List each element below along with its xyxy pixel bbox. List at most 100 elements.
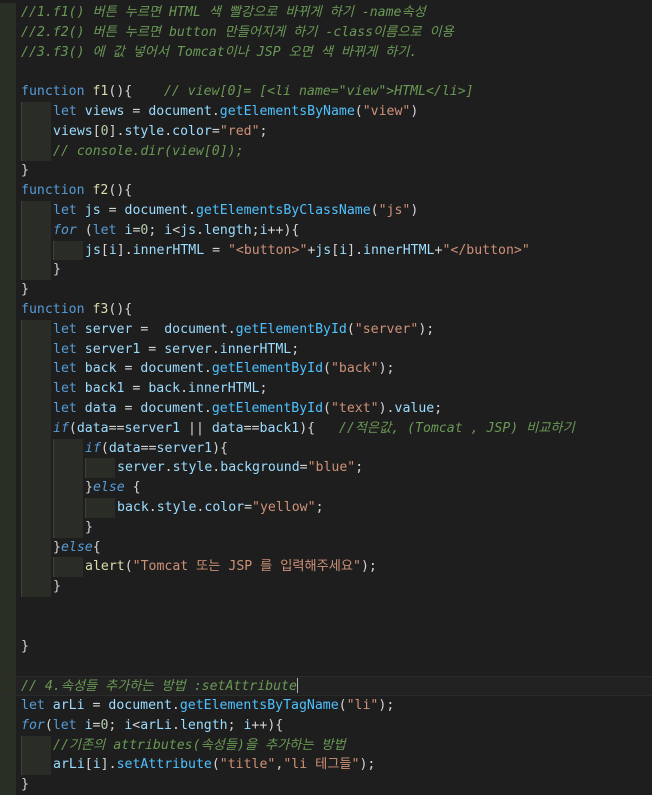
- indent-gutter-bar: [0, 62, 16, 83]
- code-token: // console.dir(view[0]);: [53, 143, 244, 159]
- code-line[interactable]: for(let i=0; i<arLi.length; i++){: [0, 715, 652, 736]
- code-token: ){: [267, 717, 284, 733]
- code-token: .: [211, 341, 220, 357]
- code-line[interactable]: arLi[i].setAttribute("title","li 테그들");: [0, 755, 652, 776]
- code-line[interactable]: }: [0, 161, 652, 182]
- code-line[interactable]: //2.f2() 버튼 누르면 button 만들어지게 하기 -class이름…: [0, 22, 652, 43]
- code-token: <: [172, 222, 181, 238]
- code-text: //기존의 attributes(속성들)을 추가하는 방법: [53, 736, 346, 756]
- code-line[interactable]: for (let i=0; i<js.length;i++){: [0, 220, 652, 241]
- code-line[interactable]: let js = document.getElementsByClassName…: [0, 201, 652, 221]
- code-line[interactable]: function f3(){: [0, 300, 652, 320]
- code-token: }: [21, 777, 29, 793]
- indent-guide: [21, 379, 22, 399]
- code-token: i: [92, 757, 101, 773]
- code-line[interactable]: js[i].innerHTML = "<button>"+js[i].inner…: [0, 240, 652, 261]
- code-token: {: [124, 480, 141, 496]
- code-text: let views = document.getElementsByName("…: [53, 102, 418, 122]
- indent-gutter-bar: [0, 220, 16, 241]
- indent-guide: [21, 399, 22, 419]
- indent-highlight: [53, 498, 83, 518]
- code-line[interactable]: // console.dir(view[0]);: [0, 141, 652, 162]
- text-caret: [296, 678, 298, 694]
- code-line[interactable]: views[0].style.color="red";: [0, 121, 652, 142]
- code-line[interactable]: //3.f3() 에 값 넣어서 Tomcat이나 JSP 오면 색 바뀌게 하…: [0, 42, 652, 63]
- code-token: else: [92, 480, 125, 496]
- indent-gutter-bar: [0, 359, 16, 380]
- code-text: }: [53, 577, 61, 597]
- indent-guide: [21, 478, 22, 498]
- code-line[interactable]: [0, 597, 652, 617]
- code-token: .: [196, 222, 204, 238]
- code-line[interactable]: back.style.color="yellow";: [0, 498, 652, 518]
- code-line[interactable]: let server1 = server.innerHTML;: [0, 339, 652, 360]
- code-token: ;: [434, 401, 443, 416]
- code-line[interactable]: let data = document.getElementById("text…: [0, 399, 652, 419]
- code-token: =: [116, 361, 141, 377]
- code-line[interactable]: }: [0, 280, 652, 300]
- code-text: for (let i=0; i<js.length;i++){: [53, 221, 299, 241]
- code-line[interactable]: function f2(){: [0, 181, 652, 201]
- code-line[interactable]: let back = document.getElementById("back…: [0, 359, 652, 380]
- indent-gutter-bar: [0, 438, 16, 459]
- code-editor[interactable]: //1.f1() 버튼 누르면 HTML 색 빨강으로 바뀌게 하기 -name…: [0, 0, 652, 795]
- code-line[interactable]: [0, 616, 652, 637]
- indent-guide: [21, 498, 22, 518]
- code-text: }else {: [85, 478, 141, 498]
- code-line[interactable]: // 4.속성들 추가하는 방법 :setAttribute: [0, 676, 652, 696]
- code-line[interactable]: [0, 656, 652, 677]
- code-token: "text": [330, 401, 379, 416]
- indent-guide: [21, 517, 22, 538]
- code-token: (: [211, 757, 220, 773]
- code-token: .: [180, 381, 189, 397]
- code-line[interactable]: let back1 = back.innerHTML;: [0, 379, 652, 399]
- code-token: server1: [84, 341, 141, 357]
- code-token: innerHTML: [363, 242, 435, 258]
- code-token: i: [108, 242, 117, 258]
- code-token: js: [315, 242, 332, 258]
- indent-gutter-bar: [0, 557, 16, 578]
- code-token: //3.f3() 에 값 넣어서 Tomcat이나 JSP 오면 색 바뀌게 하…: [21, 44, 418, 60]
- code-line[interactable]: function f1(){ // view[0]= [<li name="vi…: [0, 82, 652, 102]
- code-line[interactable]: }: [0, 517, 652, 538]
- code-text: function f1(){ // view[0]= [<li name="vi…: [21, 82, 474, 102]
- code-line[interactable]: let arLi = document.getElementsByTagName…: [0, 696, 652, 716]
- code-line[interactable]: }: [0, 636, 652, 657]
- indent-highlight: [21, 102, 51, 122]
- code-token: ): [410, 203, 419, 218]
- code-token: ;: [227, 717, 244, 733]
- code-line[interactable]: //1.f1() 버튼 누르면 HTML 색 빨강으로 바뀌게 하기 -name…: [0, 3, 652, 23]
- code-line[interactable]: alert("Tomcat 또는 JSP 를 입력해주세요");: [0, 557, 652, 578]
- code-token: ;: [355, 460, 364, 476]
- indent-highlight: [21, 240, 51, 261]
- indent-guide: [53, 240, 54, 261]
- code-line[interactable]: if(data==server1 || data==back1){ //적은값,…: [0, 418, 652, 439]
- code-token: "view": [362, 104, 411, 119]
- code-line[interactable]: }else {: [0, 478, 652, 498]
- code-line[interactable]: let views = document.getElementsByName("…: [0, 102, 652, 122]
- code-token: f3: [92, 302, 109, 317]
- code-token: {: [92, 539, 101, 555]
- code-line[interactable]: //기존의 attributes(속성들)을 추가하는 방법: [0, 735, 652, 756]
- indent-guide: [21, 339, 22, 360]
- code-line[interactable]: [0, 62, 652, 83]
- indent-highlight: [21, 418, 51, 439]
- code-line[interactable]: }: [0, 577, 652, 597]
- code-line[interactable]: server.style.background="blue";: [0, 458, 652, 479]
- code-token: let: [53, 341, 77, 357]
- code-token: =: [140, 341, 165, 357]
- code-line[interactable]: if(data==server1){: [0, 438, 652, 459]
- code-line[interactable]: let server = document.getElementById("se…: [0, 319, 652, 340]
- code-line[interactable]: }: [0, 775, 652, 795]
- indent-guide: [53, 478, 54, 498]
- code-token: (: [346, 321, 355, 337]
- code-token: ==: [243, 420, 260, 436]
- code-text: if(data==server1){: [85, 439, 228, 459]
- code-token: (: [68, 420, 77, 436]
- code-line[interactable]: }else{: [0, 537, 652, 558]
- code-line[interactable]: }: [0, 260, 652, 281]
- code-token: arLi: [140, 717, 172, 733]
